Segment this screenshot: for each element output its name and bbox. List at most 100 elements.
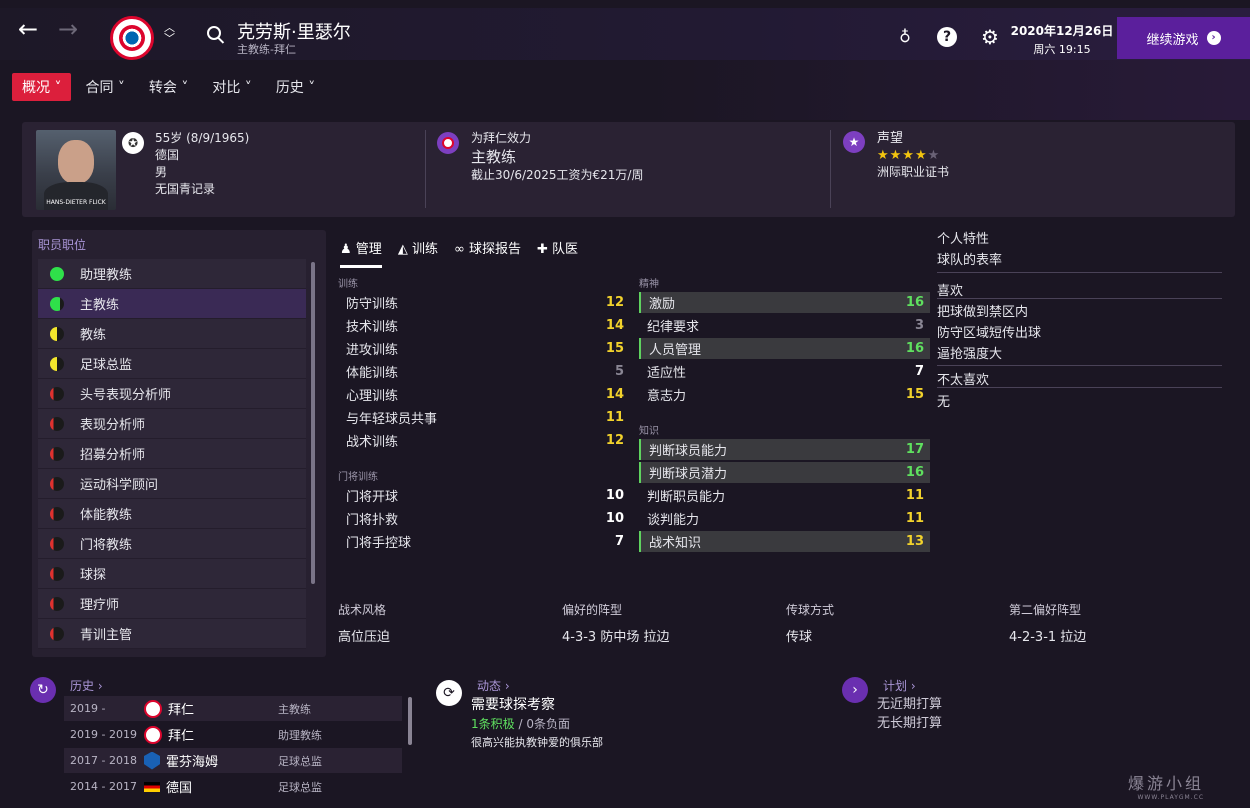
table-row[interactable]: 2017 - 2018 霍芬海姆 足球总监 [64, 748, 402, 773]
gender-text: 男 [155, 165, 168, 179]
nation-text[interactable]: 德国 [155, 147, 249, 164]
divider [937, 298, 1222, 299]
attribute-row[interactable]: 判断职员能力 11 [639, 485, 930, 506]
watermark-logo: 爆游小组 WWW.PLAYGM.CC [1128, 774, 1205, 801]
bayern-badge-icon [144, 699, 162, 718]
list-item[interactable]: 助理教练 [38, 259, 306, 289]
lightbulb-icon[interactable]: ♁ [895, 27, 915, 47]
help-icon[interactable]: ? [937, 27, 957, 47]
game-date: 2020年12月26日 周六 19:15 [1010, 22, 1114, 57]
list-item[interactable]: 主教练 [38, 289, 306, 319]
list-item[interactable]: 足球总监 [38, 349, 306, 379]
age-line: 55岁 (8/9/1965) [155, 131, 250, 145]
attribute-row[interactable]: 门将手控球 7 [338, 531, 630, 552]
attribute-row[interactable]: 战术训练 12 [338, 430, 630, 451]
like-item: 逼抢强度大 [937, 347, 1003, 362]
tab-medical[interactable]: ✚ 队医 [537, 238, 578, 268]
attribute-row[interactable]: 谈判能力 11 [639, 508, 930, 529]
attribute-tabs: ♟ 管理 ◭ 训练 ∞ 球探报告 ✚ 队医 [340, 238, 578, 268]
binoculars-icon: ∞ [453, 242, 465, 257]
attribute-row[interactable]: 体能训练 5 [338, 361, 630, 382]
list-item[interactable]: 招募分析师 [38, 439, 306, 469]
list-item[interactable]: 球探 [38, 559, 306, 589]
style-formation: 偏好的阵型 4-3-3 防中场 拉边 [562, 603, 670, 645]
gear-icon[interactable]: ⚙ [980, 27, 1000, 47]
like-item: 防守区域短传出球 [937, 326, 1042, 341]
list-item[interactable]: 青训主管 [38, 619, 306, 649]
list-item[interactable]: 教练 [38, 319, 306, 349]
nation-crest-icon: ✪ [122, 132, 144, 154]
attribute-row[interactable]: 判断球员潜力 16 [639, 462, 930, 483]
divider [830, 130, 831, 208]
attribute-row[interactable]: 适应性 7 [639, 361, 930, 382]
table-row[interactable]: 2014 - 2017 德国 足球总监 [64, 774, 402, 799]
tab-history[interactable]: 历史 ˅ [266, 73, 325, 101]
attribute-row[interactable]: 门将开球 10 [338, 485, 630, 506]
continue-game-button[interactable]: 继续游戏 › [1117, 17, 1250, 59]
plan-short-term: 无近期打算 [877, 697, 943, 712]
license-text: 洲际职业证书 [877, 165, 950, 179]
divider [937, 272, 1222, 273]
attribute-row[interactable]: 进攻训练 15 [338, 338, 630, 359]
up-down-chevron-icon[interactable]: ︿ ﹀ [164, 22, 175, 44]
news-description: 很高兴能执教钟爱的俱乐部 [471, 736, 603, 749]
history-link[interactable]: 历史 › [70, 677, 103, 694]
continue-label: 继续游戏 [1146, 32, 1199, 48]
style-second-formation: 第二偏好阵型 4-2-3-1 拉边 [1009, 603, 1087, 645]
plans-link[interactable]: 计划 › [883, 677, 916, 694]
back-arrow-icon[interactable]: ← [18, 17, 38, 41]
tab-compare[interactable]: 对比 ˅ [202, 73, 261, 101]
attribute-row[interactable]: 意志力 15 [639, 384, 930, 405]
attribute-row[interactable]: 心理训练 14 [338, 384, 630, 405]
attribute-row[interactable]: 纪律要求 3 [639, 315, 930, 336]
attribute-row[interactable]: 战术知识 13 [639, 531, 930, 552]
main-tabs: 概况 ˅ 合同 ˅ 转会 ˅ 对比 ˅ 历史 ˅ [12, 73, 325, 101]
tab-contract[interactable]: 合同 ˅ [75, 73, 134, 101]
roles-scrollbar[interactable] [311, 262, 315, 584]
like-item: 把球做到禁区内 [937, 305, 1029, 320]
tab-scout-report[interactable]: ∞ 球探报告 [454, 238, 521, 268]
table-row[interactable]: 2019 - 2019 拜仁 助理教练 [64, 722, 402, 747]
list-item[interactable]: 表现分析师 [38, 409, 306, 439]
attribute-row[interactable]: 激励 16 [639, 292, 930, 313]
attribute-row[interactable]: 防守训练 12 [338, 292, 630, 313]
history-icon: ↻ [30, 677, 56, 703]
plan-long-term: 无长期打算 [877, 716, 943, 731]
attribute-row[interactable]: 与年轻球员共事 11 [338, 407, 630, 428]
chevron-right-icon: › [1206, 31, 1221, 45]
forward-arrow-icon[interactable]: → [58, 17, 78, 41]
attribute-row[interactable]: 人员管理 16 [639, 338, 930, 359]
gk-training-heading: 门将训练 [338, 472, 378, 483]
hoffenheim-badge-icon [144, 751, 160, 770]
attribute-row[interactable]: 判断球员能力 17 [639, 439, 930, 460]
chevron-right-icon: › [842, 677, 868, 703]
club-info: 为拜仁效力 主教练 截止30/6/2025工资为€21万/周 [471, 130, 643, 184]
staff-subtitle: 主教练-拜仁 [237, 43, 296, 56]
list-item[interactable]: 理疗师 [38, 589, 306, 619]
history-scrollbar[interactable] [408, 697, 412, 745]
personal-info: 55岁 (8/9/1965) 德国 男 无国青记录 [155, 130, 249, 198]
table-row[interactable]: 2019 - 拜仁 主教练 [64, 696, 402, 721]
list-item[interactable]: 运动科学顾问 [38, 469, 306, 499]
reputation-info: 声望 ★★★★★ 洲际职业证书 [877, 130, 949, 181]
traits-title: 个人特性 [937, 232, 990, 247]
news-counts: 1条积极 / 0条负面 [471, 717, 570, 731]
list-item[interactable]: 体能教练 [38, 499, 306, 529]
style-passing: 传球方式 传球 [786, 603, 835, 645]
news-link[interactable]: 动态 › [477, 677, 510, 694]
attribute-row[interactable]: 技术训练 14 [338, 315, 630, 336]
photo-caption: HANS-DIETER FLICK [46, 199, 106, 206]
likes-title: 喜欢 [937, 284, 964, 299]
search-icon[interactable] [207, 26, 221, 40]
attribute-row[interactable]: 门将扑救 10 [338, 508, 630, 529]
tab-management[interactable]: ♟ 管理 [340, 238, 382, 268]
club-badge[interactable] [110, 16, 154, 60]
tab-training[interactable]: ◭ 训练 [398, 238, 438, 268]
news-headline: 需要球探考察 [471, 697, 555, 713]
tab-transfer[interactable]: 转会 ˅ [139, 73, 198, 101]
medical-kit-icon: ✚ [536, 242, 548, 257]
list-item[interactable]: 头号表现分析师 [38, 379, 306, 409]
dislikes-title: 不太喜欢 [937, 373, 990, 388]
tab-overview[interactable]: 概况 ˅ [12, 73, 72, 101]
list-item[interactable]: 门将教练 [38, 529, 306, 559]
